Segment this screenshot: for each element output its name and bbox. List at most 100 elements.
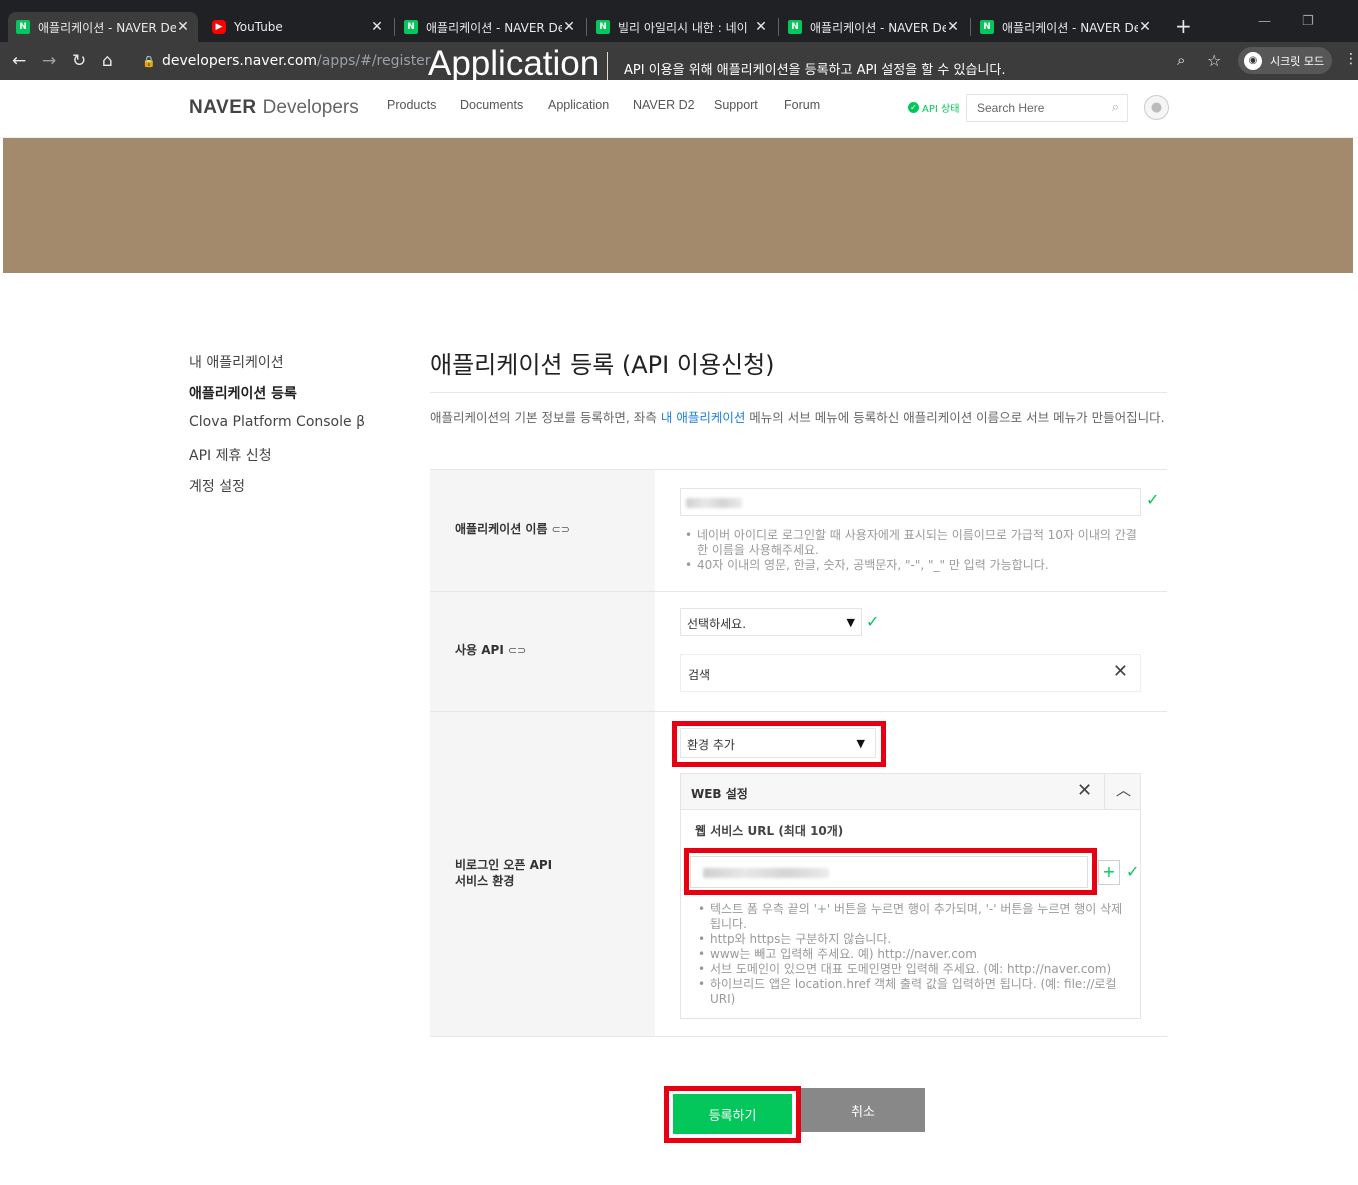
app-name-label-text: 애플리케이션 이름: [455, 522, 548, 536]
check-icon: ✓: [1126, 862, 1140, 881]
my-apps-link[interactable]: 내 애플리케이션: [661, 410, 745, 425]
home-icon[interactable]: ⌂: [102, 51, 113, 71]
hint-item: 하이브리드 앱은 location.href 객체 출력 값을 입력하면 됩니다…: [698, 977, 1123, 1007]
title-divider: [430, 392, 1167, 393]
sidebar-item-clova-console[interactable]: Clova Platform Console β: [189, 414, 365, 430]
hint-item: http와 https는 구분하지 않습니다.: [698, 932, 1123, 947]
new-tab-icon[interactable]: +: [1175, 14, 1192, 38]
tab-divider: [970, 18, 971, 36]
highlight-url-input: [684, 848, 1097, 895]
selected-api-name: 검색: [688, 668, 711, 682]
intro-text: 애플리케이션의 기본 정보를 등록하면, 좌측 내 애플리케이션 메뉴의 서브 …: [430, 406, 1170, 429]
intro-text-after: 메뉴의 서브 메뉴에 등록하신 애플리케이션 이름으로 서브 메뉴가 만들어집니…: [745, 410, 1165, 425]
incognito-badge[interactable]: ◉ 시크릿 모드: [1238, 47, 1332, 74]
banner-description: API 이용을 위해 애플리케이션을 등록하고 API 설정을 할 수 있습니다…: [624, 63, 1006, 78]
nav-application[interactable]: Application: [548, 98, 609, 112]
nav-documents[interactable]: Documents: [460, 98, 523, 112]
sidebar-item-api-partnership[interactable]: API 제휴 신청: [189, 445, 272, 465]
api-status-label: API 상태: [922, 104, 960, 115]
minimize-icon[interactable]: —: [1258, 14, 1271, 29]
intro-text-before: 애플리케이션의 기본 정보를 등록하면, 좌측: [430, 410, 661, 425]
app-name-hints: 네이버 아이디로 로그인할 때 사용자에게 표시되는 이름이므로 가급적 10자…: [685, 528, 1140, 573]
forward-icon[interactable]: →: [42, 51, 56, 71]
close-icon[interactable]: ✕: [1138, 19, 1152, 35]
restore-icon[interactable]: ❐: [1302, 14, 1314, 29]
back-icon[interactable]: ←: [12, 51, 26, 71]
browser-tab[interactable]: N 애플리케이션 - NAVER De ✕: [972, 12, 1160, 42]
hint-item: www는 빼고 입력해 주세요. 예) http://naver.com: [698, 947, 1123, 962]
logo-brand: NAVER: [189, 97, 257, 118]
browser-tab[interactable]: N 애플리케이션 - NAVER De ✕: [8, 12, 198, 42]
naver-icon: N: [980, 20, 994, 34]
env-label: 비로그인 오픈 API 서비스 환경: [455, 857, 552, 889]
web-setting-header: WEB 설정 ✕ ︿: [681, 774, 1140, 810]
reload-icon[interactable]: ↻: [72, 51, 86, 71]
logo-suffix: Developers: [262, 97, 359, 118]
app-name-input[interactable]: [680, 488, 1141, 516]
close-icon[interactable]: ✕: [1077, 780, 1092, 801]
env-label-line1: 비로그인 오픈 API: [455, 858, 553, 872]
page-banner: [3, 138, 1353, 273]
nav-forum[interactable]: Forum: [784, 98, 820, 112]
browser-tab[interactable]: N 빌리 아일리시 내한 : 네이 ✕: [588, 12, 776, 42]
close-icon[interactable]: ✕: [946, 19, 960, 35]
zoom-icon[interactable]: ⌕: [1177, 51, 1185, 69]
sidebar-item-account-settings[interactable]: 계정 설정: [189, 476, 245, 496]
sidebar-item-my-apps[interactable]: 내 애플리케이션: [189, 352, 284, 372]
hint-item: 텍스트 폼 우측 끝의 '+' 버튼을 누르면 행이 추가되며, '-' 버튼을…: [698, 902, 1123, 932]
api-select[interactable]: 선택하세요. ▼: [680, 608, 862, 636]
incognito-icon: ◉: [1244, 51, 1262, 70]
search-placeholder: Search Here: [977, 101, 1045, 115]
search-icon[interactable]: ⌕: [1112, 99, 1119, 115]
menu-icon[interactable]: ⋮: [1344, 51, 1358, 67]
link-icon: ⊂⊃: [551, 523, 570, 536]
close-icon[interactable]: ✕: [370, 19, 384, 35]
check-circle-icon: ✓: [908, 102, 919, 113]
dropdown-arrow-icon: ▼: [846, 616, 855, 629]
nav-products[interactable]: Products: [387, 98, 436, 112]
naver-icon: N: [596, 20, 610, 34]
close-icon[interactable]: ✕: [562, 19, 576, 35]
api-select-value: 선택하세요.: [687, 617, 747, 631]
highlight-register-button: [664, 1086, 801, 1143]
browser-tab[interactable]: N 애플리케이션 - NAVER De ✕: [396, 12, 584, 42]
browser-tab[interactable]: ▶ YouTube ✕: [204, 12, 392, 42]
site-logo[interactable]: NAVER Developers: [189, 96, 359, 119]
browser-tab[interactable]: N 애플리케이션 - NAVER De ✕: [780, 12, 968, 42]
sidebar-item-register-app[interactable]: 애플리케이션 등록: [189, 383, 297, 403]
naver-icon: N: [16, 20, 30, 34]
close-icon[interactable]: ✕: [754, 19, 768, 35]
add-url-button[interactable]: +: [1098, 860, 1120, 885]
banner-divider: [607, 52, 608, 80]
highlight-env-select: [672, 721, 886, 767]
naver-icon: N: [788, 20, 802, 34]
incognito-label: 시크릿 모드: [1270, 54, 1325, 68]
link-icon: ⊂⊃: [507, 644, 527, 657]
collapse-icon[interactable]: ︿: [1116, 779, 1131, 800]
site-search-input[interactable]: Search Here ⌕: [966, 94, 1128, 122]
api-label: 사용 API ⊂⊃: [455, 642, 526, 659]
hint-item: 40자 이내의 영문, 한글, 숫자, 공백문자, "-", "_" 만 입력 …: [685, 558, 1140, 573]
nav-support[interactable]: Support: [714, 98, 758, 112]
lock-icon: 🔒: [142, 54, 156, 68]
tab-divider: [778, 18, 779, 36]
remove-icon[interactable]: ✕: [1113, 661, 1128, 682]
form-bottom-line: [430, 1036, 1167, 1037]
url-host: developers.naver.com: [162, 53, 318, 69]
nav-naver-d2[interactable]: NAVER D2: [633, 98, 695, 112]
page-title: 애플리케이션 등록 (API 이용신청): [430, 351, 775, 379]
star-icon[interactable]: ☆: [1207, 51, 1221, 70]
user-avatar-icon[interactable]: ●: [1144, 95, 1169, 120]
browser-tab-bar: N 애플리케이션 - NAVER De ✕ ▶ YouTube ✕ N 애플리케…: [0, 0, 1358, 42]
site-header: NAVER Developers Products Documents Appl…: [0, 80, 1358, 138]
tab-divider: [394, 18, 395, 36]
web-setting-title: WEB 설정: [691, 787, 748, 801]
hint-item: 네이버 아이디로 로그인할 때 사용자에게 표시되는 이름이므로 가급적 10자…: [685, 528, 1140, 558]
tab-divider: [586, 18, 587, 36]
close-icon[interactable]: ✕: [176, 19, 190, 35]
env-label-line2: 서비스 환경: [455, 874, 515, 888]
api-label-text: 사용 API: [455, 643, 504, 657]
api-status[interactable]: ✓ API 상태: [908, 100, 959, 115]
cancel-button[interactable]: 취소: [801, 1088, 925, 1132]
banner-title: Application: [428, 44, 600, 83]
